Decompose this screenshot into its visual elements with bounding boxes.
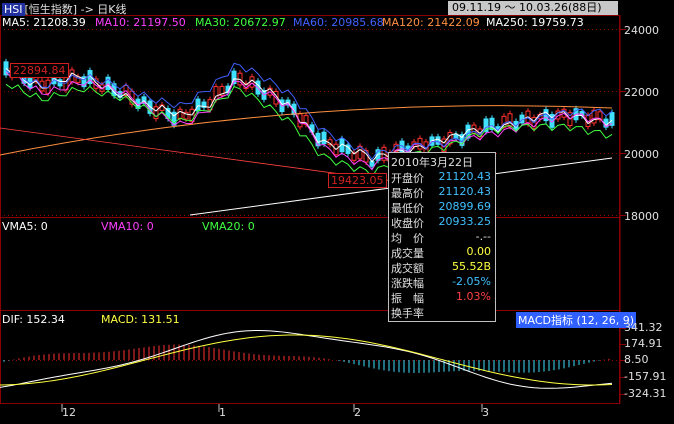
ma30-legend: MA30: 20672.97 — [195, 16, 286, 29]
macd-tick-4: -157.91 — [624, 370, 667, 383]
dif-line — [0, 329, 613, 389]
chart-canvas[interactable] — [0, 0, 674, 424]
macd-tick-2: 174.91 — [624, 337, 663, 350]
macd-tick-1: 341.32 — [624, 321, 663, 334]
tooltip-key: 成交量 — [391, 247, 424, 260]
tooltip-row-open: 开盘价 21120.43 — [391, 170, 493, 185]
ma120-legend: MA120: 21422.09 — [382, 16, 480, 29]
tooltip-key: 最低价 — [391, 202, 424, 215]
tooltip-value: 20933.25 — [438, 215, 492, 228]
tooltip-key: 换手率 — [391, 307, 424, 320]
price-tick-18000: 18000 — [624, 210, 659, 223]
vma10-legend: VMA10: 0 — [101, 220, 154, 233]
candle-body — [507, 113, 513, 128]
price-tick-24000: 24000 — [624, 24, 659, 37]
tooltip-row-high: 最高价 21120.43 — [391, 185, 493, 200]
tooltip-row-turnover-rate: 换手率 — [391, 305, 493, 320]
security-title: HSI [恒生指数] -> 日K线 — [2, 1, 127, 17]
month-label-mar: 3 — [482, 406, 489, 419]
tooltip-key: 成交额 — [391, 262, 424, 275]
macd-legend: MACD: 131.51 — [101, 313, 180, 326]
tooltip-value: 55.52B — [451, 260, 491, 273]
security-code[interactable]: HSI — [2, 3, 25, 16]
tooltip-value: 20899.69 — [438, 200, 492, 213]
ma10-legend: MA10: 21197.50 — [95, 16, 186, 29]
vma5-legend: VMA5: 0 — [2, 220, 48, 233]
candle-body — [321, 131, 327, 145]
tooltip-row-amplitude: 振 幅 1.03% — [391, 290, 493, 305]
ma5-legend: MA5: 21208.39 — [2, 16, 86, 29]
title-arrow: -> — [80, 3, 94, 16]
tooltip-value: -2.05% — [452, 275, 491, 288]
candle-body — [249, 76, 255, 88]
high-price-marker: 22894.84 — [10, 63, 69, 78]
tooltip-value: 0.00 — [466, 245, 492, 258]
macd-tick-3: 8.50 — [624, 353, 649, 366]
tooltip-value: 1.03% — [456, 290, 491, 303]
tooltip-row-volume: 成交量 0.00 — [391, 245, 493, 260]
month-label-dec: 12 — [62, 406, 76, 419]
candle-body — [177, 108, 183, 119]
vma20-legend: VMA20: 0 — [202, 220, 255, 233]
ma60-legend: MA60: 20985.68 — [293, 16, 384, 29]
tooltip-key: 收盘价 — [391, 217, 424, 230]
dif-legend: DIF: 152.34 — [2, 313, 65, 326]
price-tick-20000: 20000 — [624, 148, 659, 161]
security-name: [恒生指数] — [24, 3, 78, 16]
tooltip-date: 2010年3月22日 — [391, 156, 473, 169]
tooltip-value: 21120.43 — [438, 170, 492, 183]
chart-frame — [0, 15, 620, 404]
price-tick-22000: 22000 — [624, 86, 659, 99]
period-label[interactable]: 日K线 — [97, 3, 126, 16]
tooltip-row-turnover: 成交额 55.52B — [391, 260, 493, 275]
macd-indicator-tag[interactable]: MACD指标 (12, 26, 9) — [516, 312, 637, 328]
tooltip-row-avg: 均 价 -.-- — [391, 230, 493, 245]
tooltip-row-change: 涨跌幅 -2.05% — [391, 275, 493, 290]
tooltip-key: 均 价 — [391, 232, 424, 245]
macd-tick-5: -324.31 — [624, 387, 667, 400]
dea-line — [0, 334, 613, 386]
low-price-marker: 19423.05 — [328, 173, 387, 188]
tooltip-row-close: 收盘价 20933.25 — [391, 215, 493, 230]
tooltip-key: 开盘价 — [391, 172, 424, 185]
ohlc-tooltip: 2010年3月22日 开盘价 21120.43 最高价 21120.43 最低价 20… — [388, 152, 496, 322]
date-range-bar: 09.11.19 ～ 10.03.26(88日) — [448, 1, 618, 15]
tooltip-value: 21120.43 — [438, 185, 492, 198]
month-label-feb: 2 — [354, 406, 361, 419]
tooltip-value: -.-- — [475, 230, 491, 243]
ma30-line — [5, 83, 613, 178]
ma60-line — [5, 62, 613, 161]
ma120-line — [0, 105, 613, 156]
candle-body — [195, 98, 201, 112]
tooltip-key: 振 幅 — [391, 292, 424, 305]
tooltip-key: 涨跌幅 — [391, 277, 424, 290]
ma250-legend: MA250: 19759.73 — [486, 16, 584, 29]
tooltip-key: 最高价 — [391, 187, 424, 200]
month-label-jan: 1 — [219, 406, 226, 419]
tooltip-row-low: 最低价 20899.69 — [391, 200, 493, 215]
